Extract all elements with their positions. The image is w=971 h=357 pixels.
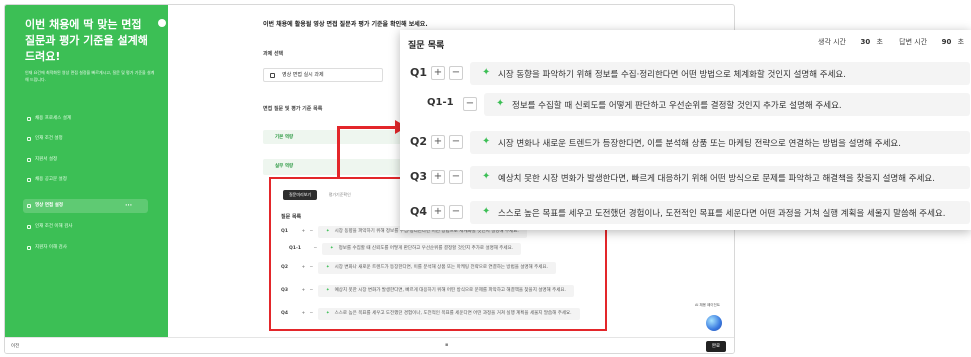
page-heading: 이번 채용에 활용될 영상 면접 질문과 평가 기준을 확인해 보세요.: [263, 21, 428, 28]
question-row: Q1 + − ✦ 시장 동향을 파악하기 위해 정보를 수집·정리한다면 어떤 …: [410, 62, 970, 85]
timer-settings: 생각 시간 30 초 답변 시간 90 초: [818, 37, 971, 47]
sidebar-item-applicant-test[interactable]: 지원자 이해 검사: [23, 241, 148, 255]
sidebar-item-label: 인재 조건 설정: [35, 136, 63, 141]
assignment-value: 영상 면접 실시 과제: [282, 72, 324, 78]
document-icon: [270, 73, 275, 78]
sidebar-item-talent-test[interactable]: 인재 조건 이해 검사: [23, 220, 148, 234]
highlight-connector-vertical: [337, 128, 340, 178]
remove-question-button[interactable]: −: [449, 170, 463, 184]
question-row: Q1-1 − ✦ 정보를 수집할 때 신뢰도를 어떻게 판단하고 우선순위를 결…: [410, 93, 970, 116]
ai-agent-label: AI 채용 페이전트: [695, 303, 720, 307]
think-time-value[interactable]: 30: [856, 38, 870, 46]
think-time-unit: 초: [876, 38, 883, 46]
remove-question-button[interactable]: −: [449, 205, 463, 219]
question-number: Q4: [410, 205, 428, 218]
ai-sparkle-icon: ✦: [496, 98, 505, 109]
remove-question-button[interactable]: −: [463, 97, 477, 111]
sidebar-item-posting[interactable]: 채용 공고문 설정: [23, 173, 148, 187]
question-number: Q1: [410, 66, 428, 79]
add-followup-button[interactable]: +: [431, 170, 445, 184]
add-followup-button[interactable]: +: [431, 135, 445, 149]
bottom-bar: 이전 ▪ 완료: [5, 337, 734, 353]
question-row: Q3 + − ✦ 예상치 못한 시장 변화가 발생한다면, 빠르게 대응하기 위…: [410, 166, 970, 189]
assignment-select[interactable]: 영상 면접 실시 과제: [263, 68, 383, 82]
question-text: 시장 동향을 파악하기 위해 정보를 수집·정리한다면 어떤 방법으로 체계화할…: [498, 70, 846, 80]
sidebar-item-label: 채용 프로세스 설계: [35, 116, 71, 121]
sidebar-item-application[interactable]: 지원서 설정: [23, 153, 148, 167]
document-icon: [27, 158, 31, 162]
ai-sparkle-icon: ✦: [482, 67, 491, 78]
question-box[interactable]: ✦ 시장 동향을 파악하기 위해 정보를 수집·정리한다면 어떤 방법으로 체계…: [470, 62, 970, 85]
think-time-label: 생각 시간: [818, 38, 846, 46]
sidebar: 이번 채용에 딱 맞는 면접 질문과 평가 기준을 설계해 드려요! 인재 요건…: [5, 5, 168, 337]
sidebar-item-video-interview[interactable]: 영상 면접 설정 ···: [23, 199, 148, 213]
sidebar-item-conditions[interactable]: 인재 조건 설정: [23, 132, 148, 146]
process-icon: [27, 117, 31, 121]
panel-title: 질문 목록: [408, 41, 445, 51]
sidebar-item-process[interactable]: 채용 프로세스 설계: [23, 112, 148, 126]
sidebar-description: 인재 요건에 최적화된 영상 면접 설정을 빠르게시고, 질문 및 평가 기준을…: [25, 70, 155, 82]
sidebar-item-label: 지원서 설정: [35, 157, 58, 162]
check-icon: [27, 137, 31, 141]
video-icon: [27, 204, 31, 208]
sidebar-item-label: 지원자 이해 검사: [35, 245, 67, 250]
question-box[interactable]: ✦ 정보를 수집할 때 신뢰도를 어떻게 판단하고 우선순위를 결정할 것인지 …: [484, 93, 970, 116]
remove-question-button[interactable]: −: [449, 135, 463, 149]
answer-time-value[interactable]: 90: [937, 38, 952, 46]
test-icon: [27, 225, 31, 229]
assignment-label: 과제 선택: [263, 51, 284, 57]
sidebar-collapse-button[interactable]: [158, 19, 166, 27]
sidebar-title: 이번 채용에 딱 맞는 면접 질문과 평가 기준을 설계해 드려요!: [25, 18, 148, 63]
remove-question-button[interactable]: −: [449, 66, 463, 80]
posting-icon: [27, 178, 31, 182]
highlight-connector-horizontal: [337, 126, 397, 129]
more-icon[interactable]: ···: [125, 199, 132, 213]
question-text: 정보를 수집할 때 신뢰도를 어떻게 판단하고 우선순위를 결정할 것인지 추가…: [512, 101, 842, 111]
done-button[interactable]: 완료: [706, 341, 726, 352]
zoomed-question-panel: 질문 목록 Q1 + − ✦ 시장 동향을 파악하기 위해 정보를 수집·정리한…: [400, 30, 971, 230]
scroll-indicator: ▪: [445, 342, 449, 348]
sidebar-item-label: 영상 면접 설정: [35, 203, 63, 208]
question-number: Q3: [410, 170, 428, 183]
sidebar-item-label: 채용 공고문 설정: [35, 177, 67, 182]
question-number: Q2: [410, 135, 428, 148]
question-text: 스스로 높은 목표를 세우고 도전했던 경험이나, 도전적인 목표를 세운다면 …: [498, 209, 946, 219]
prev-button[interactable]: 이전: [11, 343, 19, 349]
ai-sparkle-icon: ✦: [482, 136, 491, 147]
question-row: Q4 + − ✦ 스스로 높은 목표를 세우고 도전했던 경험이나, 도전적인 …: [410, 201, 970, 224]
sidebar-item-label: 인재 조건 이해 검사: [35, 224, 73, 229]
answer-time-unit: 초: [957, 38, 965, 46]
test-icon: [27, 246, 31, 250]
question-box[interactable]: ✦ 스스로 높은 목표를 세우고 도전했던 경험이나, 도전적인 목표를 세운다…: [470, 201, 970, 224]
questions-label: 면접 질문 및 평가 기준 목록: [263, 106, 323, 112]
question-row: Q2 + − ✦ 시장 변화나 새로운 트렌드가 등장한다면, 이를 분석해 상…: [410, 131, 970, 154]
question-box[interactable]: ✦ 시장 변화나 새로운 트렌드가 등장한다면, 이를 분석해 상품 또는 마케…: [470, 131, 970, 154]
question-box[interactable]: ✦ 예상치 못한 시장 변화가 발생한다면, 빠르게 대응하기 위해 어떤 방식…: [470, 166, 970, 189]
ai-sparkle-icon: ✦: [482, 171, 491, 182]
add-followup-button[interactable]: +: [431, 66, 445, 80]
question-text: 시장 변화나 새로운 트렌드가 등장한다면, 이를 분석해 상품 또는 마케팅 …: [498, 139, 901, 149]
ai-agent-button[interactable]: [706, 315, 722, 331]
ai-sparkle-icon: ✦: [482, 206, 491, 217]
question-text: 예상치 못한 시장 변화가 발생한다면, 빠르게 대응하기 위해 어떤 방식으로…: [498, 174, 935, 184]
question-number: Q1-1: [427, 97, 454, 108]
answer-time-label: 답변 시간: [899, 38, 928, 46]
add-followup-button[interactable]: +: [431, 205, 445, 219]
